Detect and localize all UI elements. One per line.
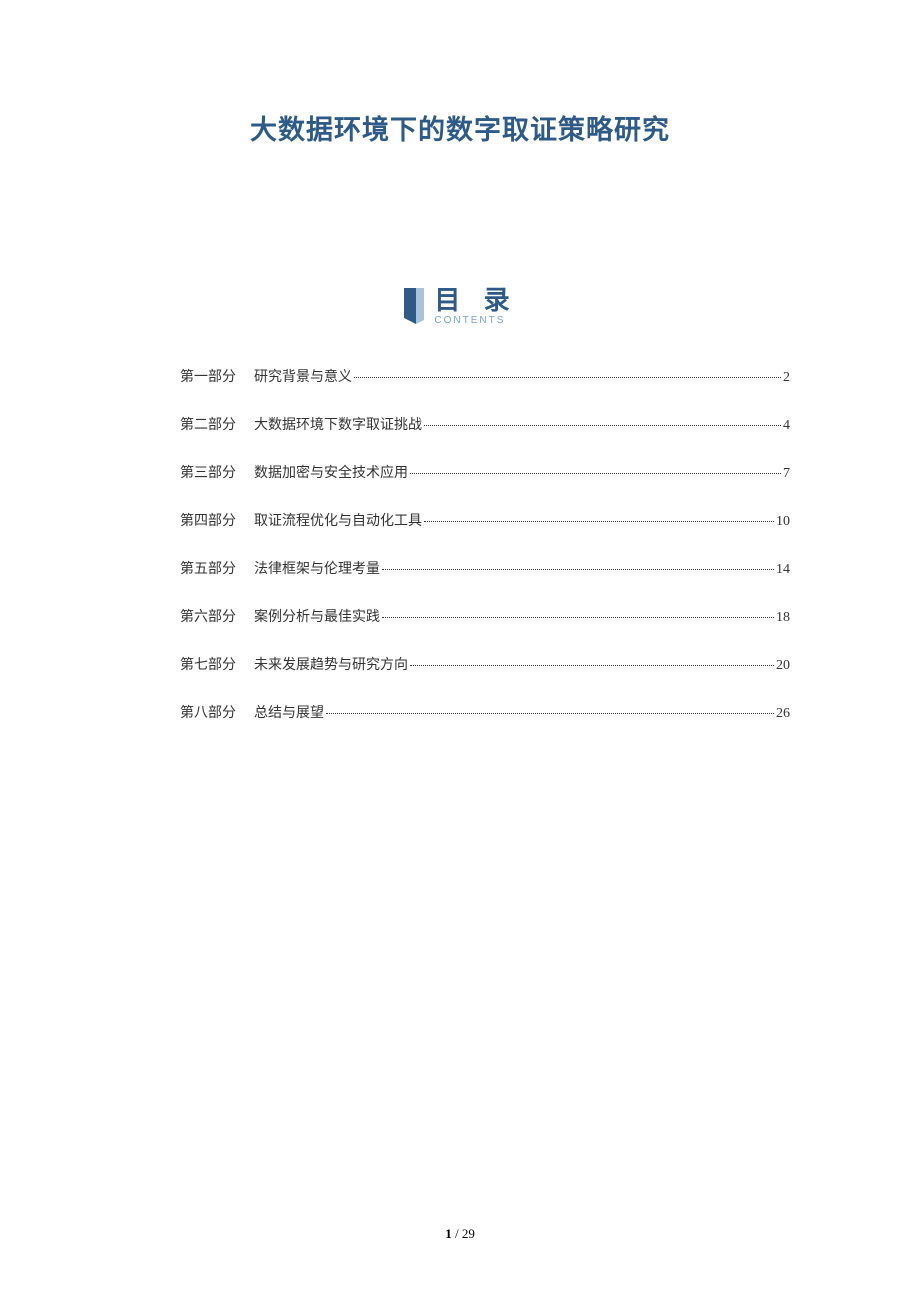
toc-page-number: 26: [776, 706, 790, 722]
toc-item: 第一部分 研究背景与意义 2: [180, 366, 790, 386]
toc-part-label: 第六部分: [180, 606, 236, 626]
toc-page-number: 4: [783, 418, 790, 434]
toc-page-number: 10: [776, 514, 790, 530]
toc-chapter-title: 大数据环境下数字取证挑战: [254, 414, 422, 434]
toc-leader-dots: [382, 569, 774, 570]
toc-page-number: 7: [783, 466, 790, 482]
document-title: 大数据环境下的数字取证策略研究: [120, 108, 800, 147]
toc-part-label: 第一部分: [180, 366, 236, 386]
toc-part-label: 第七部分: [180, 654, 236, 674]
toc-item: 第六部分 案例分析与最佳实践 18: [180, 606, 790, 626]
toc-leader-dots: [326, 713, 774, 714]
toc-item: 第二部分 大数据环境下数字取证挑战 4: [180, 414, 790, 434]
toc-leader-dots: [424, 425, 781, 426]
toc-chapter-title: 数据加密与安全技术应用: [254, 462, 408, 482]
document-page: 大数据环境下的数字取证策略研究 目 录 CONTENTS 第一部分 研究背景与意…: [0, 0, 920, 722]
toc-leader-dots: [424, 521, 774, 522]
toc-chapter-title: 取证流程优化与自动化工具: [254, 510, 422, 530]
toc-chapter-title: 未来发展趋势与研究方向: [254, 654, 408, 674]
toc-chapter-title: 案例分析与最佳实践: [254, 606, 380, 626]
toc-item: 第八部分 总结与展望 26: [180, 702, 790, 722]
toc-part-label: 第四部分: [180, 510, 236, 530]
toc-title-block: 目 录 CONTENTS: [434, 287, 517, 326]
toc-chapter-title: 总结与展望: [254, 702, 324, 722]
toc-chapter-title: 研究背景与意义: [254, 366, 352, 386]
page-footer: 1 / 29: [0, 1226, 920, 1242]
toc-leader-dots: [382, 617, 774, 618]
toc-page-number: 20: [776, 658, 790, 674]
toc-part-label: 第三部分: [180, 462, 236, 482]
toc-leader-dots: [410, 665, 774, 666]
page-separator: /: [452, 1226, 462, 1241]
toc-chapter-title: 法律框架与伦理考量: [254, 558, 380, 578]
toc-item: 第五部分 法律框架与伦理考量 14: [180, 558, 790, 578]
toc-page-number: 18: [776, 610, 790, 626]
total-page-number: 29: [462, 1226, 475, 1241]
toc-item: 第三部分 数据加密与安全技术应用 7: [180, 462, 790, 482]
toc-leader-dots: [410, 473, 781, 474]
toc-part-label: 第八部分: [180, 702, 236, 722]
toc-leader-dots: [354, 377, 781, 378]
toc-list: 第一部分 研究背景与意义 2 第二部分 大数据环境下数字取证挑战 4 第三部分 …: [180, 366, 790, 722]
toc-page-number: 14: [776, 562, 790, 578]
toc-icon: [402, 288, 426, 326]
toc-title-cn: 目 录: [434, 287, 517, 313]
toc-item: 第四部分 取证流程优化与自动化工具 10: [180, 510, 790, 530]
toc-header: 目 录 CONTENTS: [120, 287, 800, 326]
toc-item: 第七部分 未来发展趋势与研究方向 20: [180, 654, 790, 674]
toc-page-number: 2: [783, 370, 790, 386]
toc-part-label: 第五部分: [180, 558, 236, 578]
toc-title-en: CONTENTS: [434, 315, 505, 326]
toc-part-label: 第二部分: [180, 414, 236, 434]
